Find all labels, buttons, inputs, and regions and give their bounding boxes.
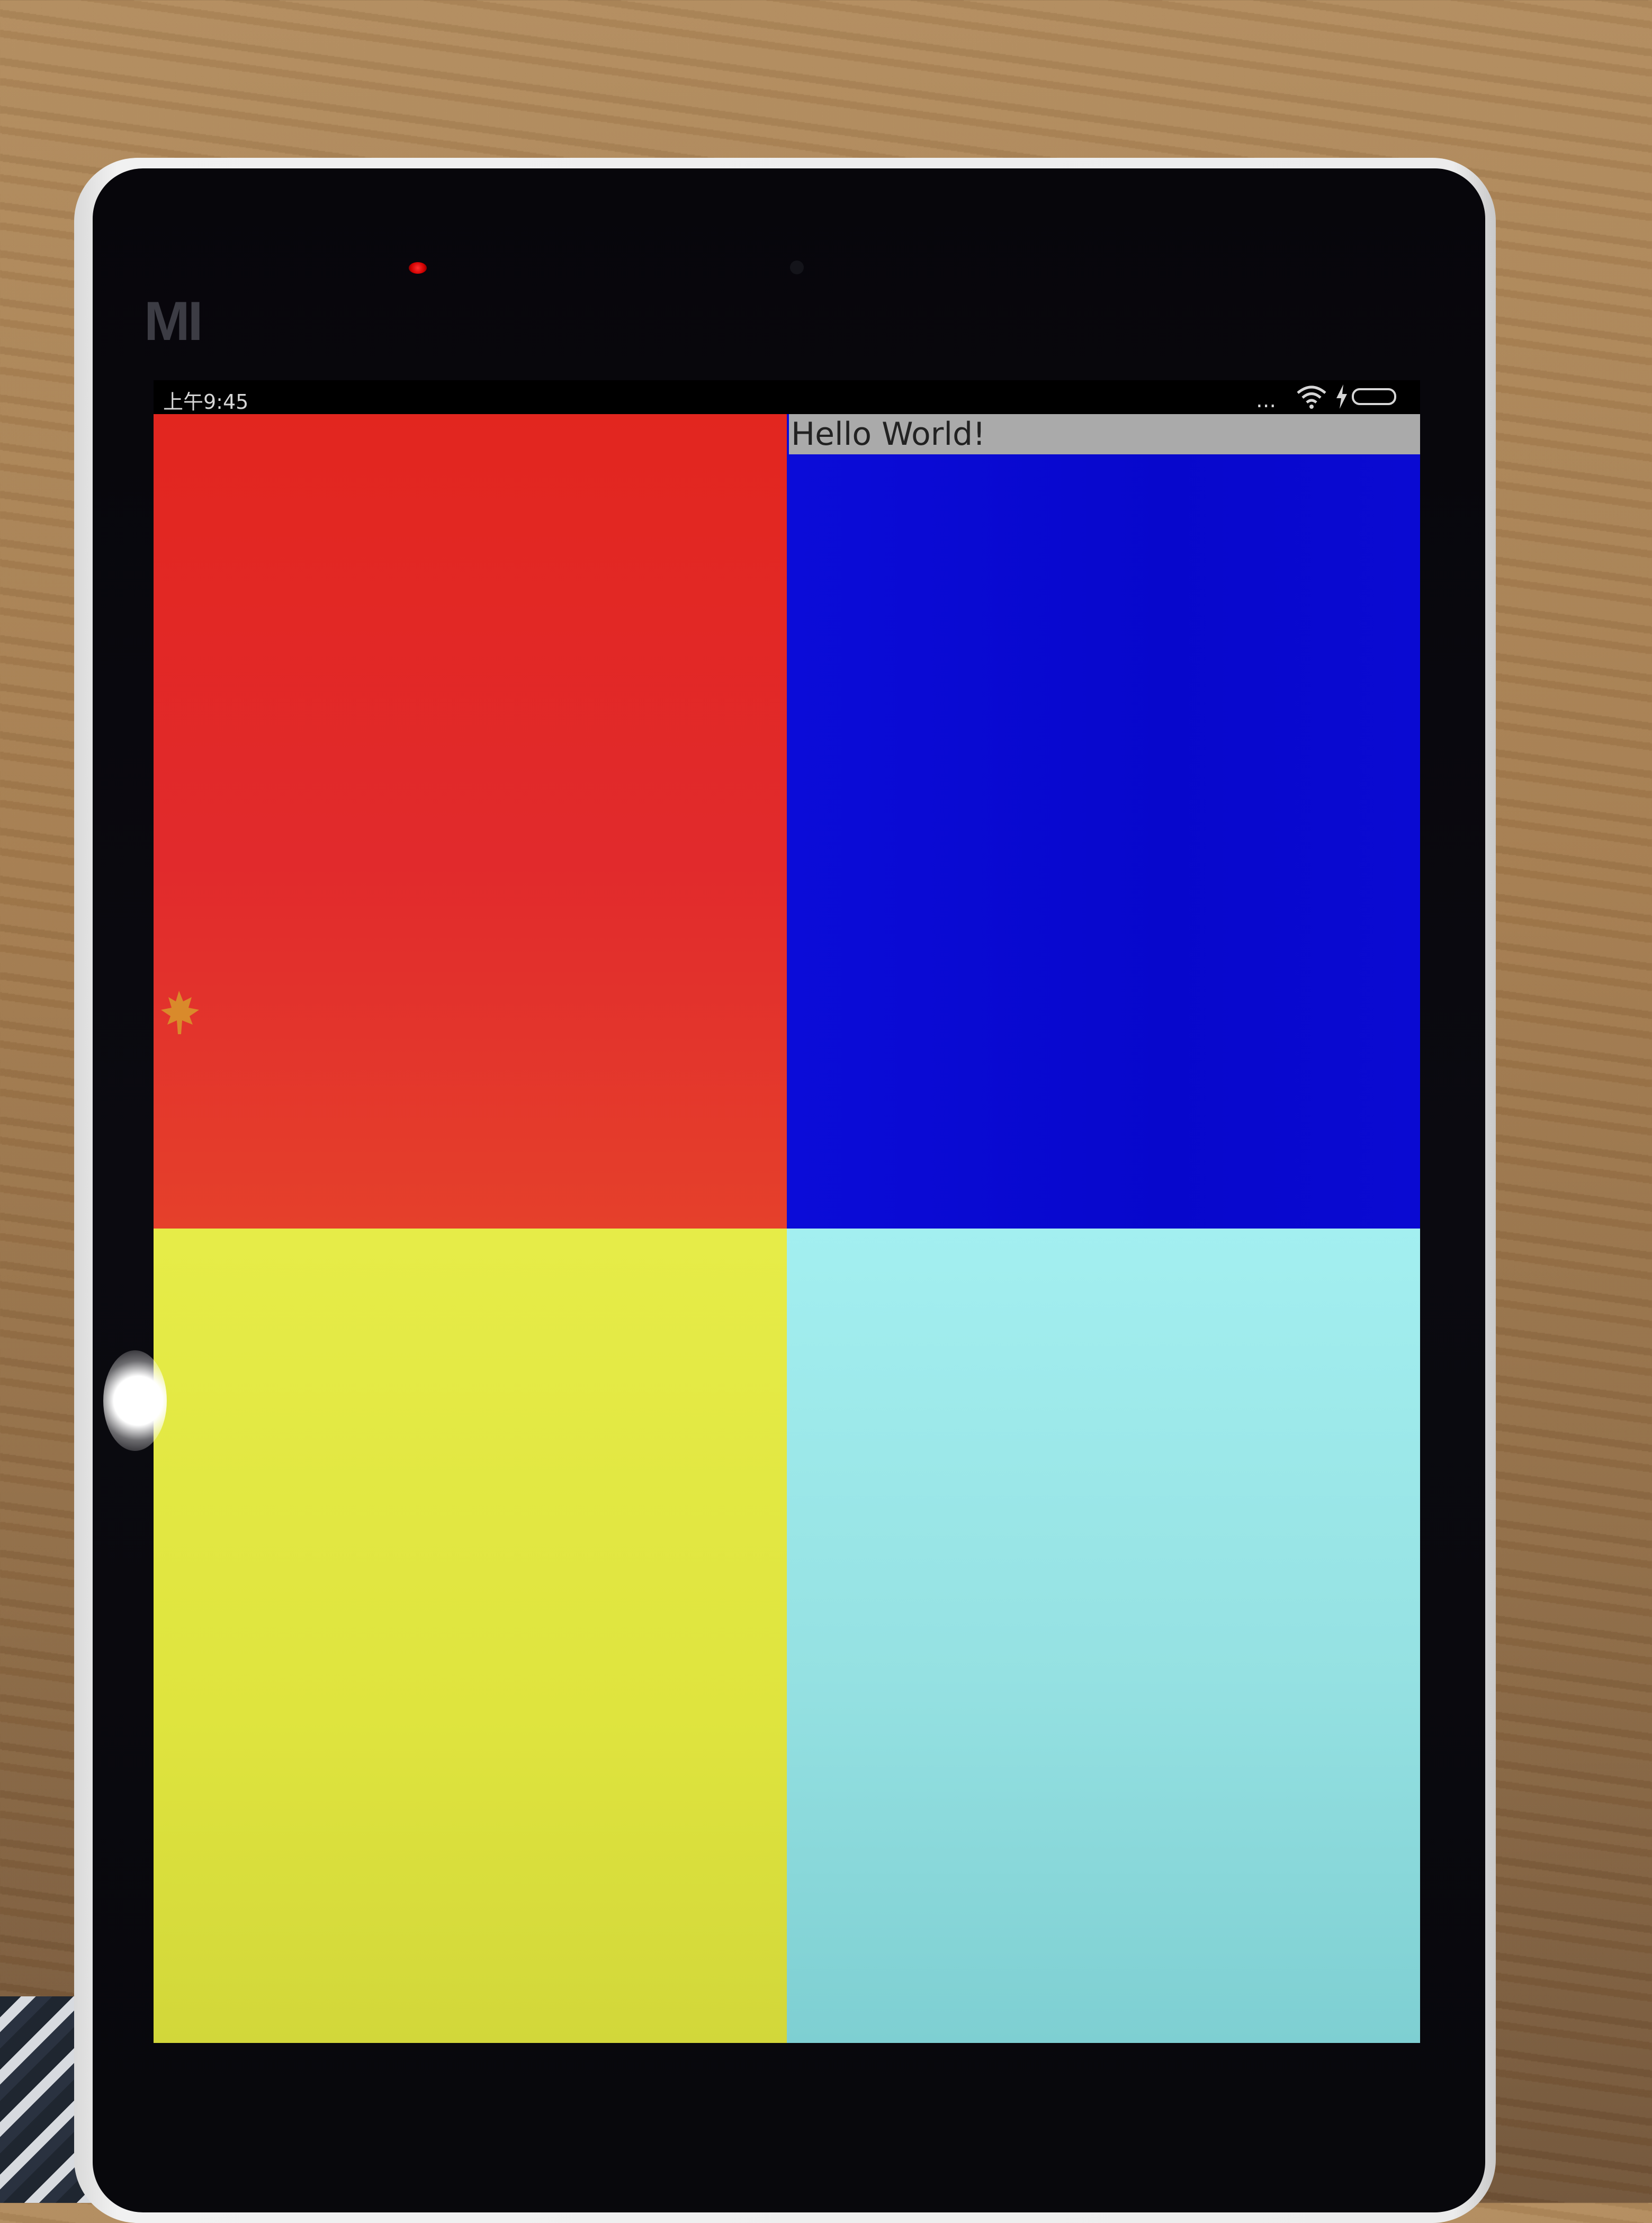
status-icons: ... bbox=[1251, 380, 1420, 414]
maple-leaf-icon bbox=[161, 991, 199, 1034]
overflow-dots-icon: ... bbox=[1256, 388, 1277, 413]
front-camera bbox=[790, 261, 804, 274]
app-content: Hello World! bbox=[154, 414, 1420, 2043]
mi-logo: MI bbox=[144, 291, 203, 352]
light-glare bbox=[103, 1350, 167, 1451]
hello-world-text: Hello World! bbox=[789, 414, 1420, 454]
battery-icon bbox=[1352, 388, 1396, 405]
status-bar: 上午9:45 ... bbox=[154, 380, 1420, 414]
wifi-icon bbox=[1297, 386, 1326, 409]
cyan-quadrant bbox=[787, 1229, 1420, 2043]
red-quadrant bbox=[154, 414, 787, 1229]
blue-quadrant bbox=[787, 414, 1420, 1229]
charging-bolt-icon bbox=[1336, 384, 1347, 409]
tablet-screen: 上午9:45 ... Hello World! bbox=[154, 380, 1420, 2043]
yellow-quadrant bbox=[154, 1229, 787, 2043]
status-time: 上午9:45 bbox=[163, 390, 249, 414]
sensor-led bbox=[409, 262, 427, 274]
